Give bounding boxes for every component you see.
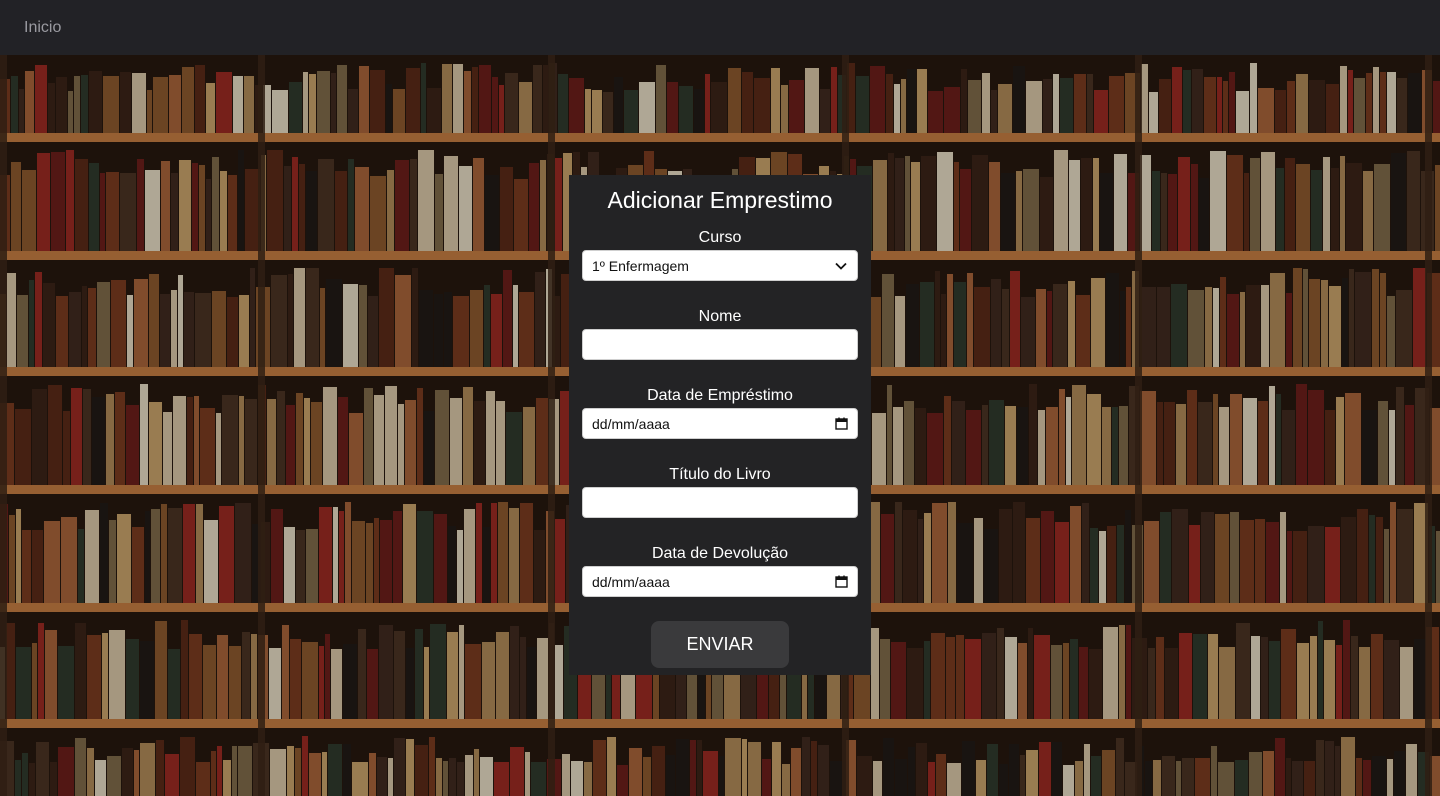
loan-form: Adicionar Emprestimo Curso 1º Enfermagem…	[569, 175, 871, 675]
name-field[interactable]	[582, 329, 858, 360]
loan-date-placeholder: dd/mm/aaaa	[592, 415, 670, 432]
nav-home-link[interactable]: Inicio	[24, 19, 61, 37]
book-title-label: Título do Livro	[669, 466, 771, 483]
book-title-field[interactable]	[582, 487, 858, 518]
course-label: Curso	[698, 229, 742, 246]
submit-button[interactable]: ENVIAR	[651, 621, 789, 668]
return-date-label: Data de Devolução	[651, 545, 789, 562]
calendar-icon[interactable]	[835, 417, 848, 430]
calendar-icon[interactable]	[835, 575, 848, 588]
name-label: Nome	[698, 308, 742, 325]
name-input[interactable]	[592, 330, 848, 359]
book-title-input[interactable]	[592, 488, 848, 517]
course-select[interactable]: 1º Enfermagem	[582, 250, 858, 281]
return-date-placeholder: dd/mm/aaaa	[592, 573, 670, 590]
chevron-down-icon	[835, 262, 847, 270]
return-date-field[interactable]: dd/mm/aaaa	[582, 566, 858, 597]
form-title: Adicionar Emprestimo	[607, 187, 833, 213]
course-selected-value: 1º Enfermagem	[592, 257, 689, 274]
loan-date-label: Data de Empréstimo	[647, 387, 793, 404]
top-navbar: Inicio	[0, 0, 1440, 55]
loan-date-field[interactable]: dd/mm/aaaa	[582, 408, 858, 439]
